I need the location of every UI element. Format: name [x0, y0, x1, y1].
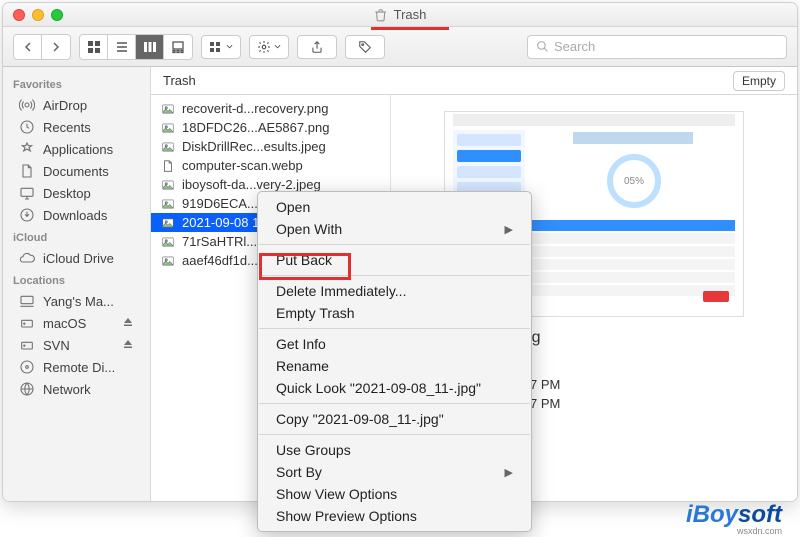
sidebar-item[interactable]: Remote Di...: [3, 356, 150, 378]
ctx-get-info[interactable]: Get Info: [258, 333, 531, 355]
ctx-quick-look[interactable]: Quick Look "2021-09-08_11-.jpg": [258, 377, 531, 399]
view-mode-group: [79, 34, 193, 60]
sidebar-item[interactable]: SVN: [3, 334, 150, 356]
separator: [259, 275, 530, 276]
window-title-text: Trash: [394, 7, 427, 22]
ctx-preview-options[interactable]: Show Preview Options: [258, 505, 531, 527]
path-bar: Trash Empty: [151, 67, 797, 95]
ctx-open-with[interactable]: Open With▶: [258, 218, 531, 240]
column-view-button[interactable]: [136, 35, 164, 59]
sidebar-item[interactable]: Applications: [3, 138, 150, 160]
zoom-window-button[interactable]: [51, 9, 63, 21]
file-row[interactable]: recoverit-d...recovery.png: [151, 99, 390, 118]
trash-icon: [374, 8, 388, 22]
ctx-rename[interactable]: Rename: [258, 355, 531, 377]
ctx-open[interactable]: Open: [258, 196, 531, 218]
sidebar-item[interactable]: iCloud Drive: [3, 247, 150, 269]
action-button[interactable]: [249, 35, 289, 59]
sidebar-item[interactable]: Yang's Ma...: [3, 290, 150, 312]
sidebar-heading-icloud: iCloud: [3, 226, 150, 247]
sidebar-item[interactable]: Network: [3, 378, 150, 400]
close-window-button[interactable]: [13, 9, 25, 21]
arrange-button[interactable]: [201, 35, 241, 59]
window-title: Trash: [374, 7, 427, 22]
sidebar-item[interactable]: Desktop: [3, 182, 150, 204]
submenu-arrow-icon: ▶: [505, 466, 513, 479]
ctx-sort-by[interactable]: Sort By▶: [258, 461, 531, 483]
watermark-logo: iBoysoft: [686, 501, 782, 529]
sidebar-heading-locations: Locations: [3, 269, 150, 290]
tags-button[interactable]: [345, 35, 385, 59]
search-icon: [536, 40, 549, 53]
separator: [259, 403, 530, 404]
share-icon: [310, 40, 324, 54]
sidebar: Favorites AirDropRecentsApplicationsDocu…: [3, 67, 151, 501]
path-location: Trash: [163, 73, 196, 88]
ctx-view-options[interactable]: Show View Options: [258, 483, 531, 505]
sidebar-item[interactable]: AirDrop: [3, 94, 150, 116]
search-placeholder: Search: [554, 39, 595, 54]
back-button[interactable]: [14, 35, 42, 59]
sidebar-item[interactable]: macOS: [3, 312, 150, 334]
nav-buttons: [13, 34, 71, 60]
toolbar: Search: [3, 27, 797, 67]
list-view-button[interactable]: [108, 35, 136, 59]
forward-button[interactable]: [42, 35, 70, 59]
ctx-copy[interactable]: Copy "2021-09-08_11-.jpg": [258, 408, 531, 430]
separator: [259, 434, 530, 435]
sidebar-heading-favorites: Favorites: [3, 73, 150, 94]
sidebar-item[interactable]: Documents: [3, 160, 150, 182]
annotation-underline: [371, 27, 449, 30]
gallery-view-button[interactable]: [164, 35, 192, 59]
ctx-use-groups[interactable]: Use Groups: [258, 439, 531, 461]
tag-icon: [358, 40, 372, 54]
ctx-delete-immediately[interactable]: Delete Immediately...: [258, 280, 531, 302]
titlebar: Trash: [3, 3, 797, 27]
chevron-down-icon: [226, 44, 233, 49]
share-button[interactable]: [297, 35, 337, 59]
file-row[interactable]: 18DFDC26...AE5867.png: [151, 118, 390, 137]
traffic-lights: [3, 9, 63, 21]
empty-trash-button[interactable]: Empty: [733, 71, 785, 91]
context-menu: Open Open With▶ Put Back Delete Immediat…: [257, 191, 532, 532]
separator: [259, 244, 530, 245]
separator: [259, 328, 530, 329]
ctx-empty-trash[interactable]: Empty Trash: [258, 302, 531, 324]
gear-icon: [257, 40, 271, 54]
file-row[interactable]: computer-scan.webp: [151, 156, 390, 175]
file-row[interactable]: DiskDrillRec...esults.jpeg: [151, 137, 390, 156]
search-input[interactable]: Search: [527, 35, 787, 59]
watermark-sub: wsxdn.com: [737, 526, 782, 536]
submenu-arrow-icon: ▶: [505, 223, 513, 236]
ctx-put-back[interactable]: Put Back: [258, 249, 531, 271]
preview-percent: 05%: [607, 154, 661, 208]
minimize-window-button[interactable]: [32, 9, 44, 21]
icon-view-button[interactable]: [80, 35, 108, 59]
sidebar-item[interactable]: Recents: [3, 116, 150, 138]
sidebar-item[interactable]: Downloads: [3, 204, 150, 226]
